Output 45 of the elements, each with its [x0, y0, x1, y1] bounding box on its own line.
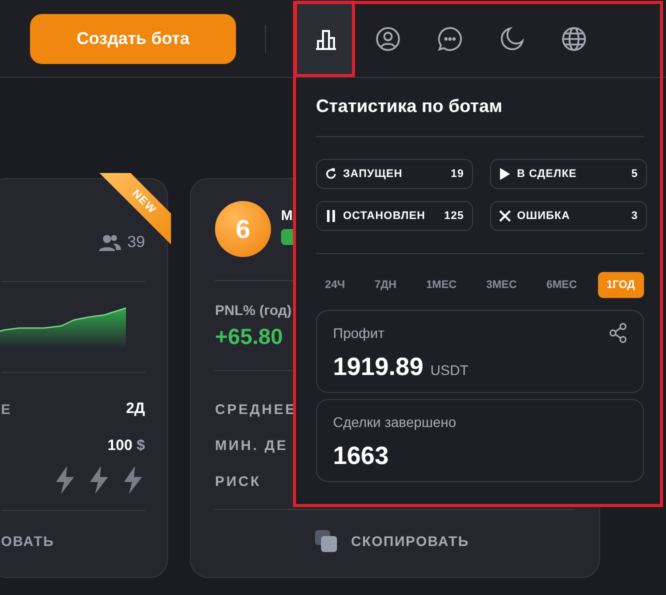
- status-chip[interactable]: В СДЕЛКЕ 5: [490, 159, 647, 189]
- stat-label: Е: [1, 400, 12, 416]
- pause-icon: [325, 210, 337, 222]
- status-chip[interactable]: ОШИБКА 3: [490, 201, 647, 231]
- status-badge: [281, 229, 293, 245]
- profit-value: 1919.89: [333, 353, 424, 382]
- play-icon: [499, 168, 511, 180]
- lightning-icon: [87, 466, 111, 494]
- rank-badge: 6: [215, 201, 271, 257]
- users-icon: [99, 234, 122, 252]
- deals-value: 1663: [333, 442, 389, 471]
- period-tab[interactable]: 1ГОД: [598, 272, 644, 298]
- chat-icon: [436, 26, 462, 52]
- moon-icon: [498, 26, 524, 52]
- stat-label: СРЕДНЕЕ: [215, 401, 298, 417]
- lightning-icon: [121, 466, 145, 494]
- panel-title: Статистика по ботам: [316, 96, 504, 118]
- period-tab[interactable]: 24Ч: [316, 272, 354, 298]
- create-bot-button[interactable]: Создать бота: [30, 14, 236, 64]
- period-tab[interactable]: 1МЕС: [417, 272, 466, 298]
- period-tab[interactable]: 7ДН: [366, 272, 406, 298]
- duration-value: 2Д: [126, 400, 145, 417]
- pnl-value: +65.80: [215, 324, 283, 350]
- pnl-label: PNL% (год): [215, 302, 293, 318]
- subscriber-count: 39: [127, 234, 145, 252]
- period-tab[interactable]: 3МЕС: [477, 272, 526, 298]
- user-icon: [374, 26, 400, 52]
- refresh-icon: [325, 168, 337, 180]
- deposit-value: 100 $: [107, 437, 145, 454]
- bot-name: М: [281, 207, 293, 223]
- stat-label: РИСК: [215, 473, 262, 489]
- close-icon: [499, 210, 511, 222]
- globe-icon: [560, 26, 586, 52]
- stat-label: МИН. ДЕ: [215, 437, 289, 453]
- status-chip[interactable]: ЗАПУЩЕН 19: [316, 159, 473, 189]
- lightning-icon: [53, 466, 77, 494]
- copy-button[interactable]: СКОПИРОВАТЬ: [315, 530, 470, 552]
- copy-icon: [315, 530, 337, 552]
- currency-unit: USDT: [430, 362, 468, 378]
- share-icon[interactable]: [609, 323, 627, 343]
- profit-label: Профит: [333, 325, 384, 341]
- status-chip[interactable]: ОСТАНОВЛЕН 125: [316, 201, 473, 231]
- period-tab[interactable]: 6МЕС: [537, 272, 586, 298]
- deals-label: Сделки завершено: [333, 414, 456, 430]
- copy-button[interactable]: ОВАТЬ: [1, 533, 54, 549]
